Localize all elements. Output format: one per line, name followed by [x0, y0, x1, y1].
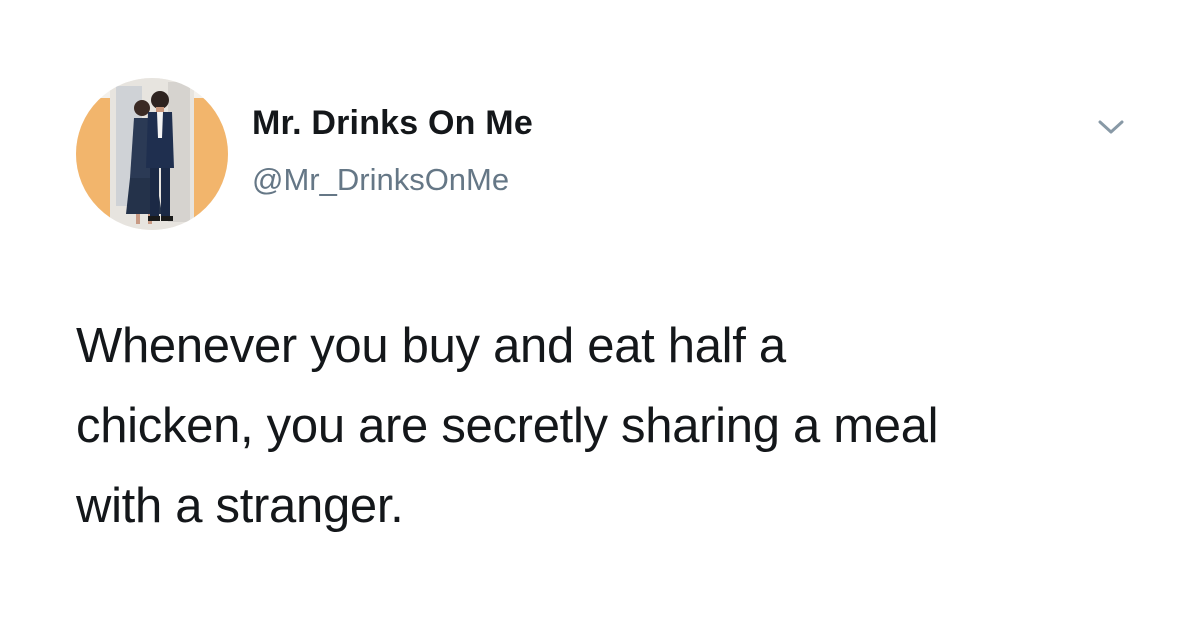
tweet-text: Whenever you buy and eat half a chicken,… — [76, 319, 939, 533]
avatar[interactable] — [76, 78, 228, 230]
tweet-menu-button[interactable] — [1094, 114, 1128, 140]
author-display-name[interactable]: Mr. Drinks On Me — [252, 104, 533, 143]
tweet-card: Mr. Drinks On Me @Mr_DrinksOnMe Whenever… — [0, 0, 1200, 630]
chevron-down-icon — [1098, 120, 1124, 134]
author-handle[interactable]: @Mr_DrinksOnMe — [252, 162, 509, 198]
profile-photo-icon — [76, 78, 228, 230]
